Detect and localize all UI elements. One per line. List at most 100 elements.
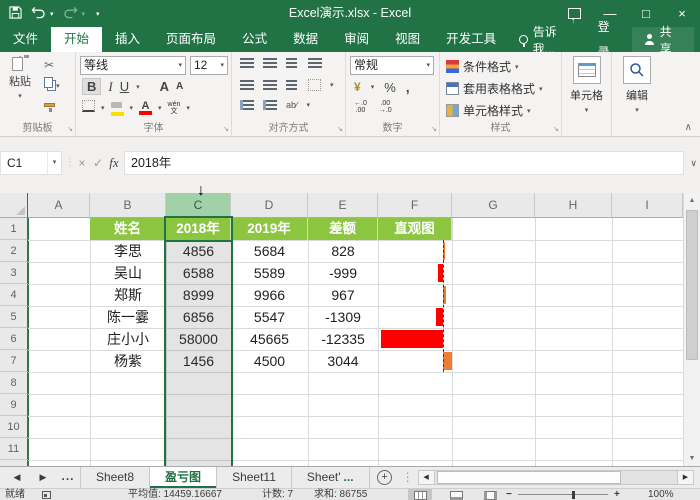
customize-qat-icon[interactable]: ▾: [96, 10, 100, 18]
ribbon-tab-review[interactable]: 审阅: [331, 27, 382, 52]
cell-styles-button[interactable]: 单元格样式▾: [446, 102, 531, 119]
row-header-2[interactable]: 2: [0, 240, 28, 262]
column-header-e[interactable]: E: [308, 193, 378, 218]
page-break-view-button[interactable]: [478, 489, 502, 500]
cell-d3[interactable]: 5589: [231, 262, 308, 284]
cell-e6[interactable]: -12335: [308, 328, 378, 350]
column-header-d[interactable]: D: [231, 193, 308, 218]
expand-formula-bar-icon[interactable]: ∨: [690, 158, 697, 169]
horizontal-scroll-track[interactable]: [435, 471, 677, 484]
row-header-12[interactable]: 12: [0, 460, 28, 466]
column-header-c[interactable]: C: [166, 193, 231, 218]
ribbon-tab-page-layout[interactable]: 页面布局: [153, 27, 229, 52]
redo-icon[interactable]: [63, 6, 78, 22]
cell-c5[interactable]: 6856: [166, 306, 231, 328]
scroll-left-icon[interactable]: ◀: [419, 471, 435, 484]
percent-style-icon[interactable]: %: [384, 80, 396, 95]
clipboard-dialog-launcher-icon[interactable]: ↘: [67, 125, 73, 133]
cell-f2[interactable]: [378, 240, 452, 262]
align-right-icon[interactable]: [286, 80, 297, 90]
orientation-dropdown-icon[interactable]: ▾: [307, 101, 311, 109]
align-left-icon[interactable]: [240, 80, 254, 90]
format-painter-icon[interactable]: [44, 98, 55, 110]
comma-style-icon[interactable]: ,: [406, 79, 410, 95]
cell-d2[interactable]: 5684: [231, 240, 308, 262]
select-all-button[interactable]: [0, 193, 28, 218]
horizontal-scroll-thumb[interactable]: [437, 471, 621, 484]
cell-e7[interactable]: 3044: [308, 350, 378, 372]
merge-center-icon[interactable]: [308, 79, 321, 91]
underline-button[interactable]: U: [120, 79, 129, 94]
font-dialog-launcher-icon[interactable]: ↘: [223, 125, 229, 133]
decrease-indent-icon[interactable]: [240, 100, 254, 110]
formula-input[interactable]: 2018年: [124, 151, 684, 175]
enter-icon[interactable]: ✓: [90, 151, 106, 175]
cell-d4[interactable]: 9966: [231, 284, 308, 306]
sheet-tab-sheet-truncated[interactable]: Sheet'...: [292, 467, 370, 488]
zoom-slider-thumb[interactable]: [572, 491, 575, 499]
cell-e5[interactable]: -1309: [308, 306, 378, 328]
phonetic-guide-icon[interactable]: wén文: [168, 101, 181, 115]
column-header-f[interactable]: F: [378, 193, 452, 218]
sheet-tab-sheet11[interactable]: Sheet11: [217, 467, 292, 488]
conditional-formatting-button[interactable]: 条件格式▾: [446, 58, 519, 75]
ribbon-tab-insert[interactable]: 插入: [102, 27, 153, 52]
cell-c3[interactable]: 6588: [166, 262, 231, 284]
cell-f4[interactable]: [378, 284, 452, 306]
cell-f7[interactable]: [378, 350, 452, 372]
fill-color-dropdown-icon[interactable]: ▾: [130, 104, 134, 112]
cut-icon[interactable]: ✂: [44, 58, 54, 72]
cell-e2[interactable]: 828: [308, 240, 378, 262]
row-header-7[interactable]: 7: [0, 350, 28, 372]
cell-b6[interactable]: 庄小小: [90, 328, 166, 350]
normal-view-button[interactable]: [408, 489, 432, 500]
row-header-4[interactable]: 4: [0, 284, 28, 306]
cell-b1[interactable]: 姓名: [90, 218, 166, 240]
italic-button[interactable]: I: [108, 79, 112, 95]
share-button[interactable]: 共享: [632, 27, 694, 52]
sheet-tab-sheet8[interactable]: Sheet8: [80, 467, 150, 488]
align-center-icon[interactable]: [263, 80, 277, 90]
prev-sheet-icon[interactable]: ◀: [4, 467, 30, 488]
cell-c6[interactable]: 58000: [166, 328, 231, 350]
cell-f1[interactable]: 直观图: [378, 218, 452, 240]
sheet-tab-profit-loss[interactable]: 盈亏图: [150, 467, 217, 488]
column-header-h[interactable]: H: [535, 193, 612, 218]
next-sheet-icon[interactable]: ▶: [30, 467, 56, 488]
scroll-down-icon[interactable]: ▼: [684, 451, 700, 466]
increase-decimal-icon[interactable]: ←.0.00: [354, 100, 367, 114]
merge-dropdown-icon[interactable]: ▾: [330, 81, 334, 89]
row-header-1[interactable]: 1: [0, 218, 28, 240]
cell-d5[interactable]: 5547: [231, 306, 308, 328]
cell-d7[interactable]: 4500: [231, 350, 308, 372]
cell-c7[interactable]: 1456: [166, 350, 231, 372]
accounting-dropdown-icon[interactable]: ▾: [371, 83, 375, 91]
row-header-10[interactable]: 10: [0, 416, 28, 438]
row-header-5[interactable]: 5: [0, 306, 28, 328]
align-middle-icon[interactable]: [263, 58, 277, 68]
cancel-icon[interactable]: ×: [74, 151, 90, 175]
vertical-scrollbar[interactable]: ▲ ▼: [683, 193, 700, 466]
cell-b3[interactable]: 吴山: [90, 262, 166, 284]
cell-b2[interactable]: 李思: [90, 240, 166, 262]
font-name-combo[interactable]: 等线▾: [80, 56, 186, 75]
format-as-table-button[interactable]: 套用表格格式▾: [446, 80, 543, 97]
font-color-icon[interactable]: A: [139, 101, 152, 115]
orientation-icon[interactable]: ab∕: [286, 100, 298, 110]
borders-dropdown-icon[interactable]: ▾: [101, 104, 105, 112]
insert-function-icon[interactable]: fx: [106, 151, 122, 175]
cell-b4[interactable]: 郑斯: [90, 284, 166, 306]
cells-button[interactable]: 单元格 ▾: [562, 56, 611, 115]
cell-e3[interactable]: -999: [308, 262, 378, 284]
row-header-3[interactable]: 3: [0, 262, 28, 284]
decrease-decimal-icon[interactable]: .00→.0: [379, 100, 392, 114]
cell-c2[interactable]: 4856: [166, 240, 231, 262]
font-color-dropdown-icon[interactable]: ▾: [158, 104, 162, 112]
cell-c4[interactable]: 8999: [166, 284, 231, 306]
number-dialog-launcher-icon[interactable]: ↘: [431, 125, 437, 133]
column-header-b[interactable]: B: [90, 193, 166, 218]
undo-icon[interactable]: [31, 6, 46, 22]
save-icon[interactable]: [9, 6, 22, 22]
sheet-overflow-dots[interactable]: ...: [56, 467, 80, 488]
ribbon-tab-formulas[interactable]: 公式: [229, 27, 280, 52]
